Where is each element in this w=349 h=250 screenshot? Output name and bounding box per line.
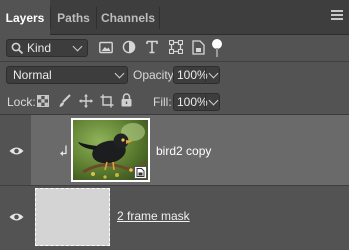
search-icon [11,42,24,55]
opacity-label: Opacity: [133,68,178,82]
chevron-down-icon [114,68,125,79]
smart-object-filter-icon[interactable] [192,40,205,55]
blend-mode-value: Normal [13,68,52,82]
fill-input[interactable]: 100% [173,93,220,111]
eye-icon[interactable] [9,212,24,222]
layer-row[interactable]: 2 frame mask [0,186,349,250]
layer-thumbnail[interactable] [71,118,150,182]
layer-name[interactable]: bird2 copy [156,144,211,158]
layer-name[interactable]: 2 frame mask [117,209,190,223]
lock-artboard-icon[interactable] [100,94,114,108]
opacity-value: 100% [177,68,208,82]
tab-paths[interactable]: Paths [51,0,96,34]
fill-label: Fill: [153,95,172,109]
clipping-mask-arrow-icon [60,145,67,156]
layer-filter-kind-dropdown[interactable]: Kind [6,39,88,57]
blend-mode-dropdown[interactable]: Normal [6,66,128,84]
filter-toggle-stem [216,48,218,57]
type-layer-filter-icon[interactable] [146,40,158,54]
eye-icon[interactable] [9,146,24,156]
smart-object-badge-icon [134,166,147,179]
chevron-down-icon [72,41,83,52]
adjustment-layer-filter-icon[interactable] [122,40,136,54]
shape-layer-filter-icon[interactable] [169,40,183,54]
opacity-input[interactable]: 100% [173,66,220,84]
filter-kind-label: Kind [27,41,52,55]
pixel-layer-filter-icon[interactable] [99,41,113,54]
divider [205,68,206,82]
divider [205,95,206,109]
lock-all-icon[interactable] [121,93,132,107]
fill-value: 100% [177,95,208,109]
divider [0,61,349,62]
lock-transparent-pixels-icon[interactable] [37,95,49,107]
panel-menu-icon[interactable] [331,10,343,22]
layer-thumbnail[interactable] [35,188,110,246]
chevron-down-icon[interactable] [208,95,219,106]
tab-channels[interactable]: Channels [97,0,159,34]
tab-layers[interactable]: Layers [0,0,50,35]
panel-tab-bar: Layers Paths Channels [0,0,349,35]
lock-label: Lock: [7,95,36,109]
chevron-down-icon[interactable] [208,68,219,79]
lock-position-icon[interactable] [79,94,93,108]
lock-image-pixels-icon[interactable] [58,94,71,108]
layer-row[interactable]: bird2 copy [0,115,349,185]
tab-divider [159,7,160,29]
